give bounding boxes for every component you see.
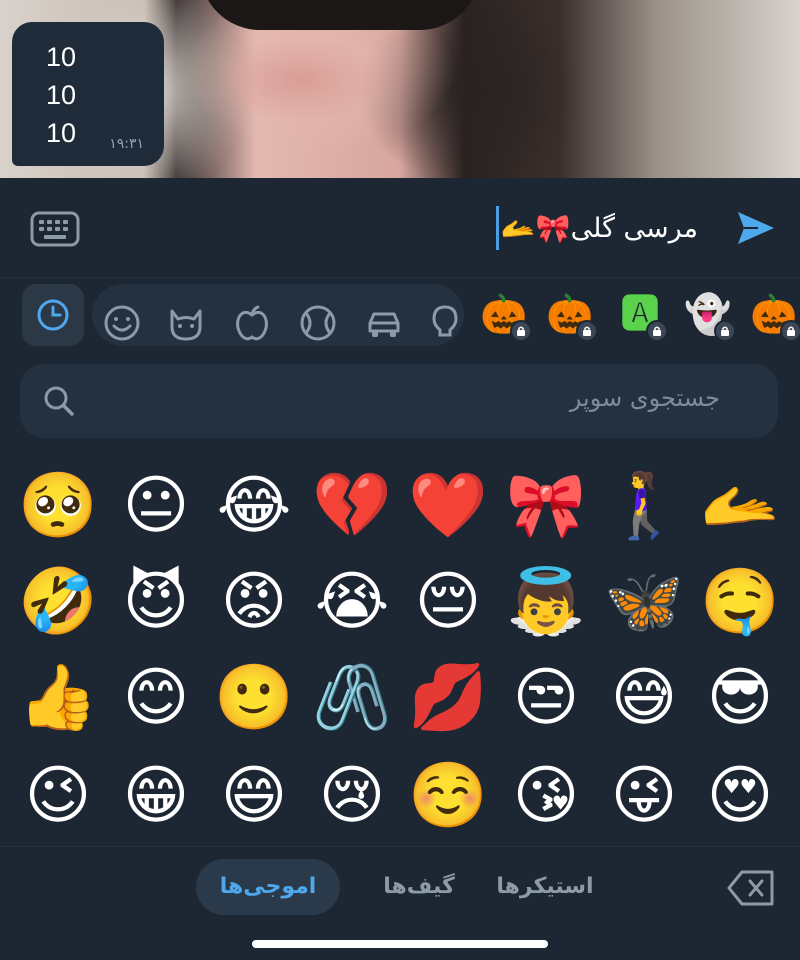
- emoji-cell[interactable]: 🚶‍♀️: [596, 458, 692, 554]
- emoji-cell[interactable]: 😅: [596, 650, 692, 746]
- home-indicator: [252, 940, 548, 948]
- emoji-cell[interactable]: 😡: [206, 554, 302, 650]
- search-icon: [44, 386, 74, 416]
- emoji-cell[interactable]: 😔: [400, 554, 496, 650]
- message-line: 10: [46, 80, 77, 110]
- text-caret: [495, 206, 499, 250]
- emoji-cell[interactable]: 🎀: [498, 458, 594, 554]
- emoji-cell[interactable]: 😂: [206, 458, 302, 554]
- emoji-pack-halloween-5[interactable]: 🎃: [748, 288, 800, 342]
- message-input-emojis: 🎀🫴: [500, 211, 571, 245]
- emoji-pack-halloween-2[interactable]: 🎃: [544, 288, 598, 342]
- lightbulb-icon[interactable]: [430, 303, 460, 343]
- emoji-cell[interactable]: 🤣: [10, 554, 106, 650]
- apple-icon[interactable]: [232, 303, 272, 343]
- emoji-cell[interactable]: 💋: [400, 650, 496, 746]
- emoji-cell[interactable]: 😁: [108, 748, 204, 844]
- message-line: 10: [46, 118, 77, 148]
- car-icon[interactable]: [364, 303, 404, 343]
- emoji-cell[interactable]: 😒: [498, 650, 594, 746]
- emoji-cell[interactable]: 😜: [596, 748, 692, 844]
- emoji-grid: 🥺 😐 😂 💔 ❤️ 🎀 🚶‍♀️ 🫴 🤣 😈 😡 😭 😔 👼 🦋 🤤 👍 😊 🙂 🖇️ 💋 😒 😅 😎 😉 😁 😄 😢 ☺️ 😘 😜 😍: [0, 458, 800, 842]
- message-bubble[interactable]: 10 10 10 ۱۹:۳۱: [12, 22, 164, 166]
- emoji-pack-halloween-1[interactable]: 🎃: [478, 288, 532, 342]
- emoji-cell[interactable]: 😍: [692, 748, 788, 844]
- emoji-cell[interactable]: 😈: [108, 554, 204, 650]
- message-input[interactable]: مرسی گلی 🎀🫴: [495, 206, 698, 250]
- lock-icon: [576, 320, 598, 342]
- search-placeholder: جستجوی سوپر: [569, 384, 720, 412]
- emoji-cell[interactable]: 😄: [206, 748, 302, 844]
- emoji-category-bar: 🎃 🎃 🅰 👻 🎃: [0, 278, 800, 356]
- bottom-tab-bar: اموجی‌ها گیف‌ها استیکرها: [0, 846, 800, 960]
- keyboard-icon[interactable]: [30, 211, 80, 247]
- emoji-cell[interactable]: 🫴: [692, 458, 788, 554]
- cat-icon[interactable]: [166, 303, 206, 343]
- emoji-cell[interactable]: ❤️: [400, 458, 496, 554]
- chat-background: 10 10 10 ۱۹:۳۱: [0, 0, 800, 178]
- emoji-cell[interactable]: 😢: [304, 748, 400, 844]
- emoji-cell[interactable]: 😭: [304, 554, 400, 650]
- emoji-cell[interactable]: 💔: [304, 458, 400, 554]
- lock-icon: [646, 320, 668, 342]
- lock-icon: [510, 320, 532, 342]
- message-input-text: مرسی گلی: [570, 212, 698, 244]
- emoji-search-input[interactable]: جستجوی سوپر: [20, 364, 778, 438]
- tab-gifs[interactable]: گیف‌ها: [362, 859, 476, 915]
- backspace-icon[interactable]: [726, 869, 776, 907]
- emoji-pack-halloween-4[interactable]: 👻: [682, 288, 736, 342]
- emoji-cell[interactable]: 👍: [10, 650, 106, 746]
- recent-clock-icon: [37, 299, 69, 331]
- lock-icon: [714, 320, 736, 342]
- send-icon[interactable]: [734, 206, 778, 250]
- emoji-cell[interactable]: 🤤: [692, 554, 788, 650]
- emoji-cell[interactable]: ☺️: [400, 748, 496, 844]
- message-line: 10: [46, 42, 77, 72]
- emoji-pack-halloween-3[interactable]: 🅰: [614, 288, 668, 342]
- lock-icon: [780, 320, 800, 342]
- emoji-cell[interactable]: 🥺: [10, 458, 106, 554]
- emoji-cell[interactable]: 😎: [692, 650, 788, 746]
- message-input-bar: مرسی گلی 🎀🫴: [0, 178, 800, 278]
- category-recent[interactable]: [22, 284, 84, 346]
- emoji-cell[interactable]: 👼: [498, 554, 594, 650]
- smiley-icon[interactable]: [102, 303, 142, 343]
- message-time: ۱۹:۳۱: [109, 136, 144, 152]
- emoji-cell[interactable]: 🖇️: [304, 650, 400, 746]
- tab-emojis[interactable]: اموجی‌ها: [196, 859, 340, 915]
- tab-stickers[interactable]: استیکرها: [490, 859, 600, 915]
- emoji-cell[interactable]: 😐: [108, 458, 204, 554]
- emoji-cell[interactable]: 😊: [108, 650, 204, 746]
- emoji-cell[interactable]: 😘: [498, 748, 594, 844]
- ball-icon[interactable]: [298, 303, 338, 343]
- emoji-category-group: [92, 284, 464, 346]
- emoji-cell[interactable]: 😉: [10, 748, 106, 844]
- emoji-cell[interactable]: 🙂: [206, 650, 302, 746]
- background-photo-detail: [200, 0, 480, 30]
- emoji-cell[interactable]: 🦋: [596, 554, 692, 650]
